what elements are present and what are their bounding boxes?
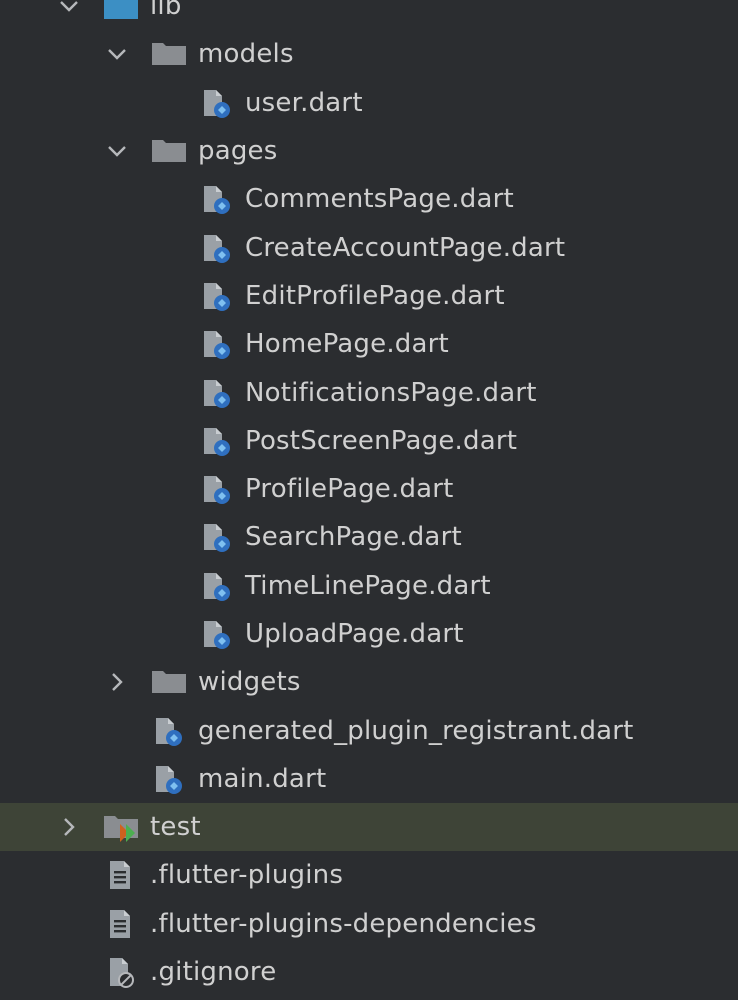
- folder-icon: [150, 665, 188, 699]
- chevron-right-icon[interactable]: [56, 814, 82, 840]
- tree-item-label: test: [150, 812, 201, 843]
- tree-item-widgets[interactable]: widgets: [0, 658, 738, 706]
- dart-file-icon: [198, 231, 236, 265]
- tree-item-label: SearchPage.dart: [245, 522, 462, 553]
- tree-item-file[interactable]: CreateAccountPage.dart: [0, 223, 738, 271]
- dart-file-icon: [150, 714, 188, 748]
- dart-file-icon: [198, 520, 236, 554]
- dart-file-icon: [198, 182, 236, 216]
- tree-item-label: user.dart: [245, 87, 363, 118]
- dart-file-icon: [198, 569, 236, 603]
- dart-file-icon: [198, 424, 236, 458]
- chevron-down-icon[interactable]: [104, 138, 130, 164]
- folder-icon: [150, 37, 188, 71]
- tree-item-label: .gitignore: [150, 957, 277, 988]
- dart-file-icon: [198, 617, 236, 651]
- tree-item-label: EditProfilePage.dart: [245, 280, 505, 311]
- tree-item-file[interactable]: EditProfilePage.dart: [0, 272, 738, 320]
- tree-item-file[interactable]: ProfilePage.dart: [0, 465, 738, 513]
- tree-item-file[interactable]: user.dart: [0, 79, 738, 127]
- project-tree: lib models user.dart pages CommentsPage.…: [0, 0, 738, 996]
- tree-item-label: ProfilePage.dart: [245, 474, 454, 505]
- tree-item-test[interactable]: test: [0, 803, 738, 852]
- dart-file-icon: [198, 376, 236, 410]
- tree-item-file[interactable]: CommentsPage.dart: [0, 175, 738, 223]
- tree-item-label: main.dart: [198, 763, 327, 794]
- tree-item-label: pages: [198, 136, 278, 167]
- dart-file-icon: [198, 472, 236, 506]
- dart-file-icon: [150, 762, 188, 796]
- tree-item-file[interactable]: HomePage.dart: [0, 320, 738, 368]
- tree-item-label: lib: [150, 0, 182, 22]
- tree-item-label: .flutter-plugins: [150, 860, 344, 891]
- tree-item-file[interactable]: PostScreenPage.dart: [0, 417, 738, 465]
- tree-item-label: UploadPage.dart: [245, 619, 464, 649]
- tree-item-label: generated_plugin_registrant.dart: [198, 715, 634, 746]
- chevron-down-icon[interactable]: [104, 41, 130, 67]
- tree-item-pages[interactable]: pages: [0, 127, 738, 175]
- tree-item-file[interactable]: SearchPage.dart: [0, 513, 738, 561]
- tree-item-label: widgets: [198, 667, 301, 698]
- dart-file-icon: [198, 86, 236, 120]
- test-folder-icon: [102, 810, 140, 844]
- tree-item-file[interactable]: .gitignore: [0, 948, 738, 996]
- chevron-down-icon[interactable]: [56, 0, 82, 19]
- tree-item-label: CreateAccountPage.dart: [245, 232, 566, 263]
- folder-icon: [150, 134, 188, 168]
- tree-item-label: models: [198, 39, 294, 70]
- tree-item-file[interactable]: .flutter-plugins: [0, 851, 738, 899]
- source-folder-icon: [102, 0, 140, 23]
- chevron-right-icon[interactable]: [104, 669, 130, 695]
- text-file-icon: [102, 907, 140, 941]
- tree-item-label: PostScreenPage.dart: [245, 425, 518, 456]
- tree-item-file[interactable]: NotificationsPage.dart: [0, 368, 738, 416]
- tree-item-file[interactable]: generated_plugin_registrant.dart: [0, 706, 738, 754]
- tree-item-file[interactable]: TimeLinePage.dart: [0, 562, 738, 610]
- tree-item-file[interactable]: main.dart: [0, 755, 738, 803]
- tree-item-label: .flutter-plugins-dependencies: [150, 908, 537, 939]
- dart-file-icon: [198, 327, 236, 361]
- tree-item-label: CommentsPage.dart: [245, 184, 514, 215]
- tree-item-models[interactable]: models: [0, 30, 738, 78]
- tree-item-label: TimeLinePage.dart: [245, 570, 491, 601]
- ignore-file-icon: [102, 955, 140, 989]
- text-file-icon: [102, 858, 140, 892]
- tree-item-label: NotificationsPage.dart: [245, 377, 537, 408]
- tree-item-label: HomePage.dart: [245, 329, 449, 360]
- tree-item-file[interactable]: UploadPage.dart: [0, 610, 738, 658]
- dart-file-icon: [198, 279, 236, 313]
- tree-item-file[interactable]: .flutter-plugins-dependencies: [0, 900, 738, 948]
- tree-item-lib[interactable]: lib: [0, 0, 738, 30]
